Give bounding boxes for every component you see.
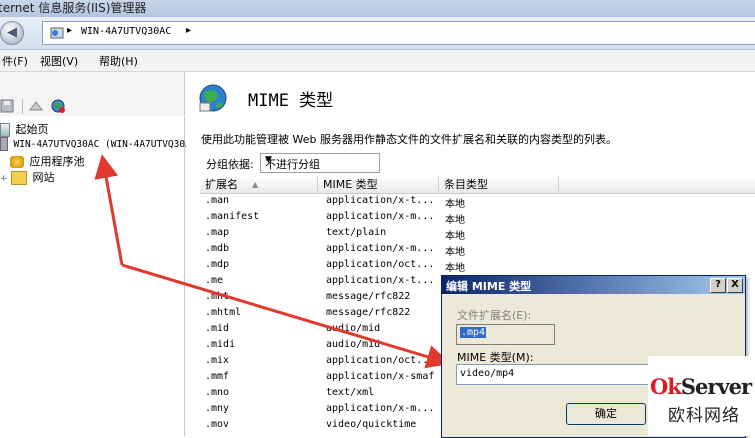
address-bar: ◀ ▸ WIN-4A7UTVQ30AC ▸ [0,17,755,50]
cell-mime-type: text/xml [326,387,375,398]
save-icon[interactable] [0,98,16,114]
dialog-title: 编辑 MIME 类型 [446,280,532,293]
mime-globe-icon [199,84,227,112]
tree-item-app-pools[interactable]: 应用程序池 [10,153,85,169]
table-row[interactable]: .mdp application/oct... 本地 [200,257,755,274]
tree-item-server[interactable]: WIN-4A7UTVQ30AC (WIN-4A7UTVQ30AC [0,137,197,151]
app-pool-icon [10,156,24,168]
mime-type-value: video/mp4 [460,368,515,379]
cell-extension: .mid [205,323,230,334]
cell-mime-type: application/x-t... [326,275,435,286]
page-description: 使用此功能管理被 Web 服务器用作静态文件的文件扩展名和关联的内容类型的列表。 [201,133,617,146]
cell-mime-type: application/oct... [326,259,435,270]
back-arrow-icon: ◀ [7,25,17,40]
expand-icon[interactable]: + [0,174,8,184]
cell-extension: .mmf [205,371,230,382]
cell-mime-type: audio/mid [326,339,381,350]
globe-connect-icon[interactable] [50,98,66,114]
connections-toolbar [0,72,185,116]
sort-ascending-icon: ▲ [252,180,259,189]
column-header-extension[interactable]: 扩展名 ▲ [200,176,318,193]
cell-entry-type: 本地 [445,199,465,210]
cell-extension: .mny [205,403,230,414]
cell-extension: .mdb [205,243,230,254]
close-button[interactable]: X [727,278,743,293]
window-title: ternet 信息服务(IIS)管理器 [0,1,147,15]
column-header-entry-type[interactable]: 条目类型 [439,176,559,193]
table-row[interactable]: .mdb application/x-m... 本地 [200,241,755,258]
column-header-mime-type[interactable]: MIME 类型 [318,176,439,193]
cell-entry-type: 本地 [445,263,465,274]
tree-item-label: WIN-4A7UTVQ30AC (WIN-4A7UTVQ30AC [13,139,197,150]
page-title: MIME 类型 [248,91,334,111]
menu-help[interactable]: 帮助(H) [99,53,138,69]
extension-value: .mp4 [460,327,487,338]
watermark-cn: 欧科网络 [668,406,740,426]
cell-mime-type: audio/mid [326,323,381,334]
cell-mime-type: video/quicktime [326,419,417,430]
group-by-select[interactable]: 不进行分组 ▼ [260,153,380,173]
cell-extension: .manifest [205,211,260,222]
menu-bar: 件(F) 视图(V) 帮助(H) [0,50,755,72]
back-button[interactable]: ◀ [0,21,24,45]
cell-mime-type: application/x-t... [326,195,435,206]
table-row[interactable]: .map text/plain 本地 [200,225,755,242]
mime-table-header: 扩展名 ▲ MIME 类型 条目类型 [200,176,755,194]
home-icon [0,123,10,137]
cell-mime-type: message/rfc822 [326,307,411,318]
tree-item-label: 网站 [32,171,55,184]
address-box[interactable]: ▸ WIN-4A7UTVQ30AC ▸ [42,21,755,45]
server-icon [0,137,8,151]
sites-folder-icon [11,171,28,185]
mime-type-field[interactable]: video/mp4 [456,364,658,385]
chevron-down-icon: ▼ [265,155,272,165]
tree-item-label: 应用程序池 [29,155,85,168]
toolbar-divider [22,99,23,114]
mime-type-label: MIME 类型(M): [457,351,534,364]
table-row[interactable]: .manifest application/x-m... 本地 [200,209,755,226]
cell-extension: .mix [205,355,230,366]
window-titlebar: ternet 信息服务(IIS)管理器 [0,0,755,17]
cell-extension: .me [205,275,224,286]
address-path[interactable]: WIN-4A7UTVQ30AC [81,26,171,37]
connect-icon[interactable] [28,98,44,114]
cell-entry-type: 本地 [445,247,465,258]
cell-mime-type: application/x-m... [326,211,435,222]
iis-server-icon [50,27,64,39]
cell-extension: .mov [205,419,230,430]
tree-item-start-page[interactable]: 起始页 [0,121,49,137]
menu-view[interactable]: 视图(V) [40,53,78,69]
help-button[interactable]: ? [710,278,726,293]
ok-button[interactable]: 确定 [566,403,646,425]
cell-mime-type: message/rfc822 [326,291,411,302]
cell-extension: .mdp [205,259,230,270]
connections-tree: 起始页 WIN-4A7UTVQ30AC (WIN-4A7UTVQ30AC 应用程… [0,117,197,436]
cell-extension: .mht [205,291,230,302]
watermark-logo: OkServer [650,374,752,399]
cell-mime-type: application/x-m... [326,243,435,254]
menu-file[interactable]: 件(F) [2,53,28,69]
cell-extension: .man [205,195,230,206]
cell-extension: .mno [205,387,230,398]
okserver-watermark: OkServer 欧科网络 [648,356,755,436]
cell-extension: .map [205,227,230,238]
cell-extension: .mhtml [205,307,242,318]
cell-entry-type: 本地 [445,215,465,226]
cell-entry-type: 本地 [445,231,465,242]
cell-mime-type: application/oct... [326,355,435,366]
group-by-label: 分组依据: [206,158,254,171]
extension-label: 文件扩展名(E): [457,309,532,322]
table-row[interactable]: .man application/x-t... 本地 [200,193,755,210]
address-separator: ▸ [67,25,73,36]
tree-item-label: 起始页 [15,123,49,136]
address-separator-end[interactable]: ▸ [186,25,191,36]
extension-field: .mp4 [456,324,555,345]
cell-mime-type: application/x-smaf [326,371,435,382]
cell-extension: .midi [205,339,236,350]
dialog-titlebar: 编辑 MIME 类型 ? X [442,276,745,294]
cell-mime-type: text/plain [326,227,387,238]
cell-mime-type: application/x-m... [326,403,435,414]
tree-item-sites[interactable]: + 网站 [0,169,55,185]
